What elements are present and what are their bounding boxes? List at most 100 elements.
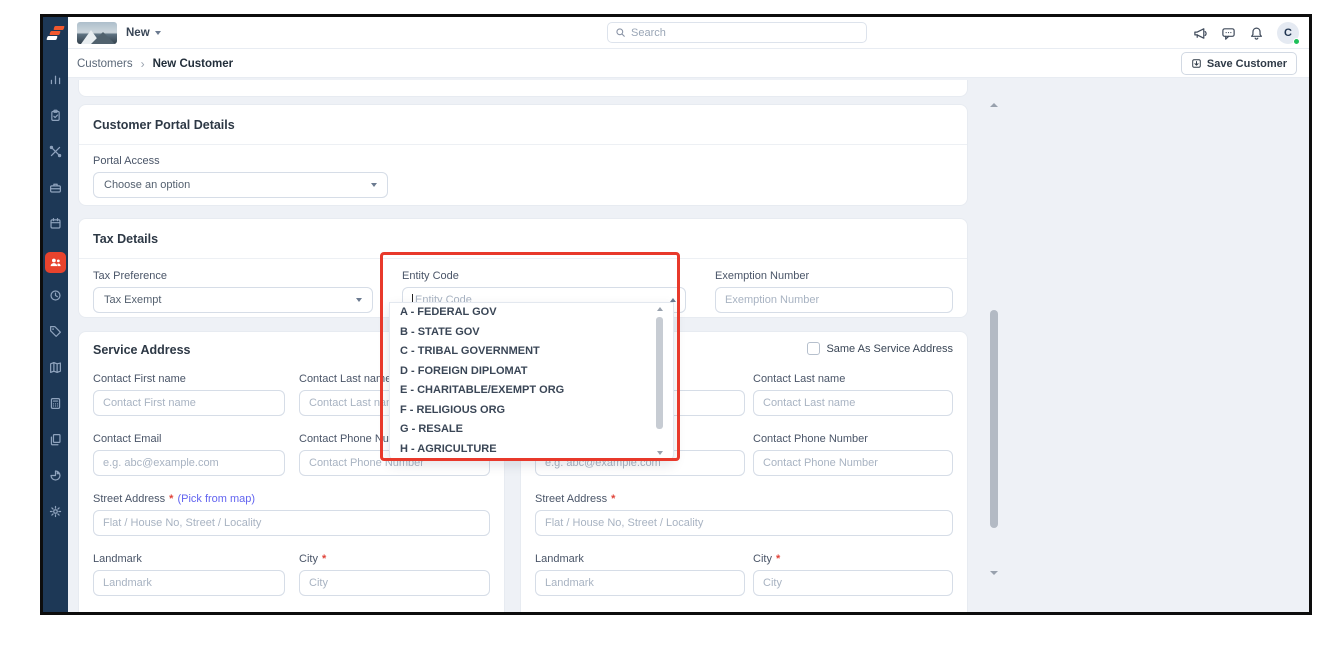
billing-contact-phone-input[interactable] xyxy=(753,450,953,476)
service-address-title: Service Address xyxy=(93,343,191,357)
page-scrollbar[interactable] xyxy=(990,310,998,528)
entity-code-label: Entity Code xyxy=(402,270,459,282)
billing-street-address-label: Street Address xyxy=(535,493,608,505)
billing-contact-last-name-label: Contact Last name xyxy=(753,373,846,385)
entity-code-option[interactable]: F - RELIGIOUS ORG xyxy=(390,401,673,421)
dropdown-scroll-up-icon[interactable] xyxy=(656,307,663,311)
screenshot-stage: New C Customers › New xyxy=(0,0,1339,649)
sidebar-item-documents[interactable] xyxy=(43,424,68,460)
pie-chart-icon xyxy=(49,469,62,487)
announcements-button[interactable] xyxy=(1193,26,1208,41)
topbar: New C xyxy=(68,17,1309,49)
tax-preference-label: Tax Preference xyxy=(93,270,167,282)
landmark-input[interactable] xyxy=(93,570,285,596)
billing-contact-last-name-input[interactable] xyxy=(753,390,953,416)
contact-first-name-input[interactable] xyxy=(93,390,285,416)
bar-chart-icon xyxy=(49,73,62,91)
billing-landmark-input[interactable] xyxy=(535,570,745,596)
entity-code-option[interactable]: E - CHARITABLE/EXEMPT ORG xyxy=(390,381,673,401)
checkbox-icon[interactable] xyxy=(807,342,821,355)
dropdown-scroll-down-icon[interactable] xyxy=(656,451,663,455)
search-icon xyxy=(616,28,625,37)
sidebar-item-reports[interactable] xyxy=(43,460,68,496)
workspace-thumbnail[interactable] xyxy=(77,22,117,44)
toolbox-icon xyxy=(49,181,62,199)
sidebar-item-tags[interactable] xyxy=(43,316,68,352)
documents-icon xyxy=(49,433,62,451)
chevron-down-icon xyxy=(154,31,161,35)
city-input[interactable] xyxy=(299,570,490,596)
required-asterisk: * xyxy=(169,493,174,505)
portal-access-label: Portal Access xyxy=(93,155,160,167)
entity-code-dropdown: A - FEDERAL GOV B - STATE GOV C - TRIBAL… xyxy=(389,302,674,460)
calculator-icon xyxy=(49,397,62,415)
contact-email-label: Contact Email xyxy=(93,433,162,445)
page-scroll-up-icon[interactable] xyxy=(990,86,998,107)
sidebar-item-tools[interactable] xyxy=(43,136,68,172)
billing-city-input[interactable] xyxy=(753,570,953,596)
breadcrumb-customers[interactable]: Customers xyxy=(77,58,133,70)
sidebar-item-settings[interactable] xyxy=(43,496,68,532)
city-label: City xyxy=(299,553,318,565)
entity-code-option[interactable]: D - FOREIGN DIPLOMAT xyxy=(390,362,673,382)
tag-icon xyxy=(49,325,62,343)
sidebar-item-analytics[interactable] xyxy=(43,64,68,100)
entity-code-option[interactable]: I - INDUSTRIAL PROD/MANUFACTURERS xyxy=(390,459,673,460)
sidebar-item-schedule[interactable] xyxy=(43,208,68,244)
portal-section-title: Customer Portal Details xyxy=(93,118,235,132)
billing-landmark-label: Landmark xyxy=(535,553,584,565)
messages-button[interactable] xyxy=(1221,26,1236,41)
app-window: New C Customers › New xyxy=(40,14,1312,615)
contact-email-input[interactable] xyxy=(93,450,285,476)
street-address-input[interactable] xyxy=(93,510,490,536)
sidebar-item-timesheets[interactable] xyxy=(43,280,68,316)
chat-icon xyxy=(1222,27,1235,40)
same-as-service-address-checkbox-row[interactable]: Same As Service Address xyxy=(807,342,953,355)
sidebar-item-customers[interactable] xyxy=(43,244,68,280)
main-content: Customer Portal Details Portal Access Ch… xyxy=(68,78,1309,612)
street-address-label: Street Address xyxy=(93,493,166,505)
save-icon xyxy=(1192,59,1201,68)
search-input[interactable] xyxy=(631,26,859,39)
sidebar xyxy=(43,17,68,612)
workspace-switcher[interactable]: New xyxy=(126,17,161,49)
save-customer-button[interactable]: Save Customer xyxy=(1180,52,1297,75)
sidebar-item-invoices[interactable] xyxy=(43,388,68,424)
entity-code-option[interactable]: H - AGRICULTURE xyxy=(390,440,673,460)
sidebar-item-map[interactable] xyxy=(43,352,68,388)
notifications-button[interactable] xyxy=(1249,26,1264,41)
dropdown-scrollbar[interactable] xyxy=(656,317,663,429)
pick-from-map-link[interactable]: (Pick from map) xyxy=(177,493,255,505)
billing-city-label: City xyxy=(753,553,772,565)
entity-code-option[interactable]: A - FEDERAL GOV xyxy=(390,303,673,323)
required-asterisk: * xyxy=(321,553,327,565)
customer-portal-details-card: Customer Portal Details Portal Access Ch… xyxy=(78,104,968,206)
user-avatar[interactable]: C xyxy=(1277,22,1300,45)
megaphone-icon xyxy=(1194,27,1207,39)
calendar-icon xyxy=(49,217,62,235)
previous-section-card-bottom xyxy=(78,80,968,97)
zuper-logo-icon[interactable] xyxy=(45,26,65,42)
breadcrumb-bar: Customers › New Customer Save Customer xyxy=(68,49,1309,78)
gear-icon xyxy=(49,505,62,523)
avatar-initial: C xyxy=(1284,27,1292,39)
entity-code-option[interactable]: G - RESALE xyxy=(390,420,673,440)
users-icon xyxy=(45,251,66,273)
sidebar-item-parts[interactable] xyxy=(43,172,68,208)
billing-street-address-input[interactable] xyxy=(535,510,953,536)
tax-preference-select[interactable]: Tax Exempt xyxy=(93,287,373,313)
portal-access-select[interactable]: Choose an option xyxy=(93,172,388,198)
tax-section-title: Tax Details xyxy=(93,232,159,246)
topbar-actions: C xyxy=(1193,17,1300,49)
clock-icon xyxy=(49,289,62,307)
sidebar-item-jobs[interactable] xyxy=(43,100,68,136)
page-scroll-down-icon[interactable] xyxy=(990,571,998,593)
chevron-down-icon xyxy=(356,298,362,302)
tools-icon xyxy=(49,145,62,163)
entity-code-dropdown-list: A - FEDERAL GOV B - STATE GOV C - TRIBAL… xyxy=(390,303,673,460)
exemption-number-input[interactable] xyxy=(715,287,953,313)
entity-code-option[interactable]: B - STATE GOV xyxy=(390,323,673,343)
breadcrumb-separator: › xyxy=(140,56,145,71)
chevron-down-icon xyxy=(371,183,377,187)
entity-code-option[interactable]: C - TRIBAL GOVERNMENT xyxy=(390,342,673,362)
